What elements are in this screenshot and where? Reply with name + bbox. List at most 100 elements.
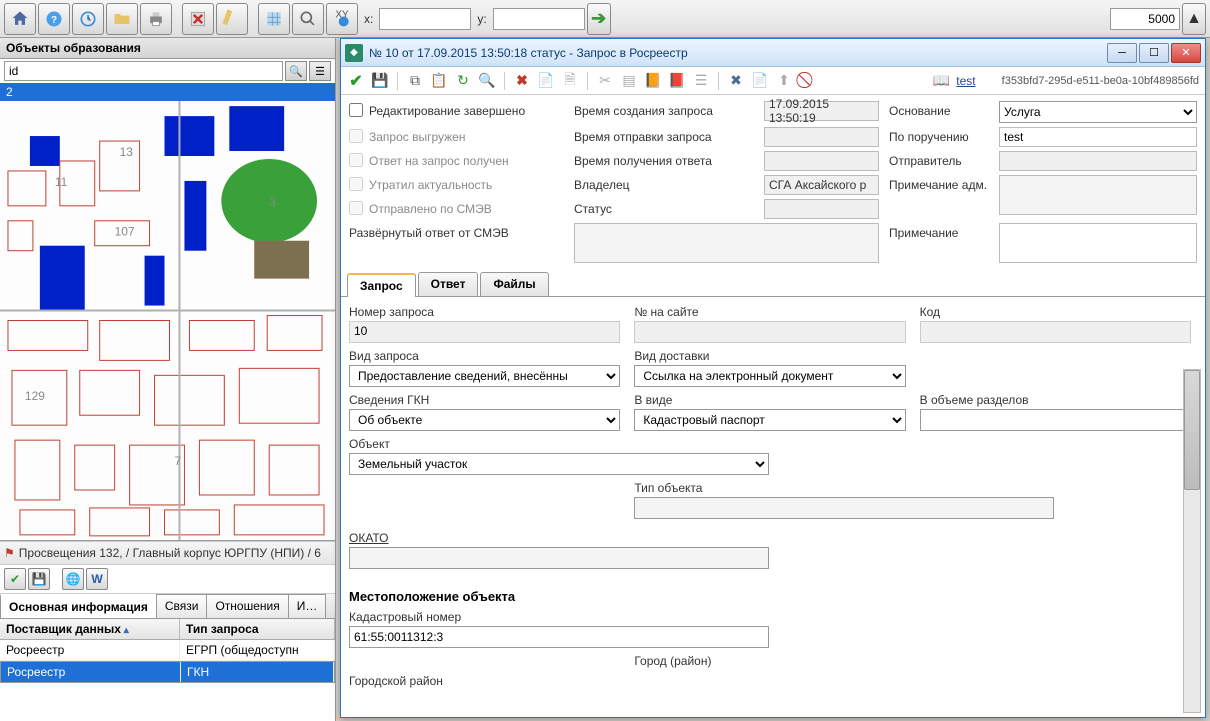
search-list-button[interactable]: ☰ (309, 61, 331, 81)
print-button[interactable] (140, 3, 172, 35)
globe-button[interactable]: XY (326, 3, 358, 35)
owner-value: СГА Аксайского р (764, 175, 879, 195)
edit-done-checkbox[interactable] (349, 103, 363, 117)
book3-icon[interactable]: 📕 (668, 72, 686, 90)
x-input[interactable] (379, 8, 471, 30)
list-icon[interactable]: ☰ (692, 72, 710, 90)
up-icon[interactable]: ⬆ (775, 72, 793, 90)
delete-icon[interactable]: ✖ (513, 72, 531, 90)
maximize-button[interactable]: ☐ (1139, 43, 1169, 63)
search-find-button[interactable]: 🔍 (285, 61, 307, 81)
close-button[interactable]: ✕ (1171, 43, 1201, 63)
book2-icon[interactable]: 📙 (644, 72, 662, 90)
gkn-select[interactable]: Об объекте (349, 409, 620, 431)
search-input[interactable] (4, 61, 283, 81)
left-panel: Объекты образования 🔍 ☰ 2 (0, 38, 336, 721)
modal-tabs: Запрос Ответ Файлы (341, 272, 1205, 297)
okato-label[interactable]: ОКАТО (349, 531, 906, 545)
docs-icon[interactable]: 🗎 (561, 72, 579, 90)
tab-files[interactable]: Файлы (480, 272, 548, 296)
order-label: По поручению (889, 127, 989, 147)
folder-button[interactable] (106, 3, 138, 35)
grid-row[interactable]: Росреестр ЕГРП (общедоступн (0, 640, 335, 661)
toolbar-link[interactable]: test (956, 74, 975, 88)
apply-icon[interactable]: ✔ (347, 72, 365, 90)
titlebar[interactable]: ◆ № 10 от 17.09.2015 13:50:18 статус - З… (341, 39, 1205, 67)
arrow-up-icon: ▲ (1186, 10, 1202, 28)
time-send-value (764, 127, 879, 147)
grid-button[interactable] (258, 3, 290, 35)
tab-more[interactable]: И… (288, 594, 327, 618)
note-textarea[interactable] (999, 223, 1197, 263)
okato-input[interactable] (349, 547, 769, 569)
owner-label: Владелец (574, 175, 754, 192)
paste-icon[interactable]: 📋 (430, 72, 448, 90)
guid-text: f353bfd7-295d-e511-be0a-10bf489856fd (1002, 75, 1199, 87)
doc-icon[interactable]: 📄 (751, 72, 769, 90)
tab-relations[interactable]: Отношения (206, 594, 288, 618)
check-button[interactable]: ✔ (4, 568, 26, 590)
block-icon[interactable]: ⃠ (799, 72, 817, 90)
note-adm-textarea[interactable] (999, 175, 1197, 215)
go-button[interactable]: ➔ (587, 3, 611, 35)
tab-main-info[interactable]: Основная информация (0, 594, 157, 618)
minimize-button[interactable]: ─ (1107, 43, 1137, 63)
copy-icon[interactable]: ⧉ (406, 72, 424, 90)
object-select[interactable]: Земельный участок (349, 453, 769, 475)
book-icon[interactable]: ▤ (620, 72, 638, 90)
ruler-button[interactable] (216, 3, 248, 35)
req-type-select[interactable]: Предоставление сведений, внесённы (349, 365, 620, 387)
code-label: Код (920, 305, 1191, 319)
smev-full-textarea[interactable] (574, 223, 879, 263)
cut-icon[interactable]: ✂ (596, 72, 614, 90)
left-tool-row: ✔ 💾 🌐 W (0, 565, 335, 594)
delete-x-button[interactable] (182, 3, 214, 35)
doc-add-icon[interactable]: 📄 (537, 72, 555, 90)
basis-select[interactable]: Услуга (999, 101, 1197, 123)
help-button[interactable]: ? (38, 3, 70, 35)
map-canvas[interactable]: 11133 1071297 (0, 101, 335, 541)
breadcrumb-text: Просвещения 132, / Главный корпус ЮРГПУ … (19, 546, 321, 560)
city-area-label: Городской район (349, 674, 620, 688)
sender-value (999, 151, 1197, 171)
tab-request[interactable]: Запрос (347, 273, 416, 297)
home-button[interactable] (4, 3, 36, 35)
search-icon[interactable]: 🔍 (478, 72, 496, 90)
cad-no-input[interactable] (349, 626, 769, 648)
word-button[interactable]: W (86, 568, 108, 590)
save-disk-button[interactable]: 💾 (28, 568, 50, 590)
flag-icon: ⚑ (4, 546, 15, 560)
scrollbar[interactable] (1183, 369, 1201, 713)
web-button[interactable]: 🌐 (62, 568, 84, 590)
obj-type-input[interactable] (634, 497, 1054, 519)
scrollbar-thumb[interactable] (1184, 370, 1200, 490)
delivery-select[interactable]: Ссылка на электронный документ (634, 365, 905, 387)
status-label: Статус (574, 199, 754, 216)
grid-row[interactable]: Росреестр ГКН (0, 661, 335, 683)
tools-icon[interactable]: ✖ (727, 72, 745, 90)
scale-up-button[interactable]: ▲ (1182, 3, 1206, 35)
vol-input[interactable] (920, 409, 1191, 431)
clock-button[interactable] (72, 3, 104, 35)
refresh-icon[interactable]: ↻ (454, 72, 472, 90)
smev-full-label: Развёрнутый ответ от СМЭВ (349, 223, 564, 240)
req-type-label: Вид запроса (349, 349, 620, 363)
lost-checkbox (349, 177, 363, 191)
scale-input[interactable] (1110, 8, 1180, 30)
col-provider[interactable]: Поставщик данных (0, 619, 180, 639)
code-value (920, 321, 1191, 343)
zoom-button[interactable] (292, 3, 324, 35)
left-tabs: Основная информация Связи Отношения И… (0, 594, 335, 619)
svg-text:7: 7 (174, 454, 181, 468)
site-no-label: № на сайте (634, 305, 905, 319)
col-type[interactable]: Тип запроса (180, 619, 335, 639)
req-no-label: Номер запроса (349, 305, 620, 319)
save-icon[interactable]: 💾 (371, 72, 389, 90)
order-input[interactable] (999, 127, 1197, 147)
form-label: В виде (634, 393, 905, 407)
tab-links[interactable]: Связи (156, 594, 208, 618)
y-input[interactable] (493, 8, 585, 30)
tab-response[interactable]: Ответ (418, 272, 479, 296)
form-select[interactable]: Кадастровый паспорт (634, 409, 905, 431)
search-result-row[interactable]: 2 (0, 83, 335, 101)
